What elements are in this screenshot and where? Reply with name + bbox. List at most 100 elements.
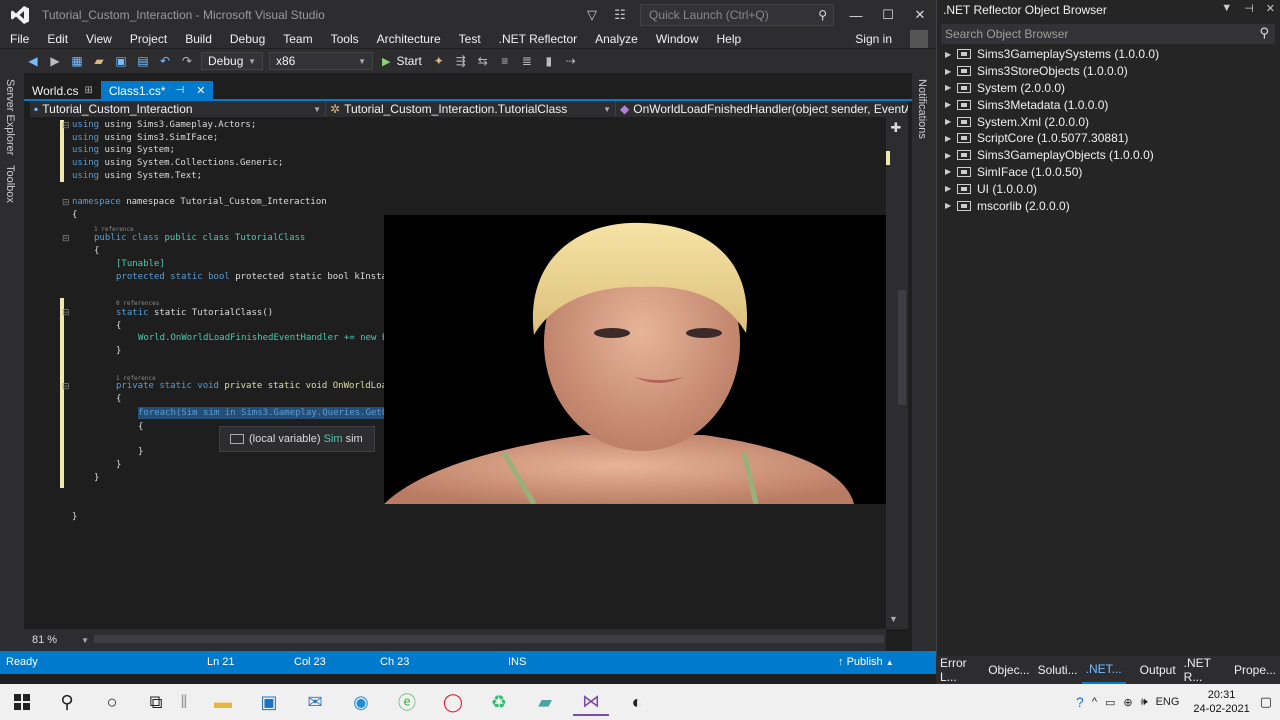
class-dropdown[interactable]: ✲ Tutorial_Custom_Interaction.TutorialCl… <box>326 101 616 117</box>
account-icon[interactable] <box>910 30 928 48</box>
uncomment-icon[interactable]: ≣ <box>516 51 538 71</box>
menu-project[interactable]: Project <box>120 32 175 46</box>
expand-icon[interactable]: ▶ <box>945 167 957 176</box>
menu-help[interactable]: Help <box>707 32 750 46</box>
opera-browser-icon[interactable]: ◯ <box>435 688 471 716</box>
app-icon-2[interactable]: ▰ <box>527 688 563 716</box>
assembly-item[interactable]: ▶ System.Xml (2.0.0.0) <box>945 113 1159 130</box>
save-all-icon[interactable]: ▤ <box>132 51 154 71</box>
close-button[interactable]: ✕ <box>904 0 936 30</box>
menu-test[interactable]: Test <box>449 32 489 46</box>
fold-toggle-icon[interactable]: ⊟ <box>62 197 70 208</box>
windows-start-icon[interactable] <box>4 688 40 716</box>
tab-net-reflector[interactable]: .NET... <box>1081 656 1126 684</box>
tab-world-cs[interactable]: World.cs ⊞ <box>24 81 101 100</box>
cortana-icon[interactable]: ○ <box>94 688 130 716</box>
bookmark-icon[interactable]: ▮ <box>538 51 560 71</box>
redo-icon[interactable]: ↷ <box>176 51 198 71</box>
split-editor-icon[interactable]: ✚ <box>889 121 903 135</box>
tab-properties[interactable]: Prope... <box>1230 656 1280 684</box>
app-icon-3[interactable]: ◐ <box>619 688 655 716</box>
menu-debug[interactable]: Debug <box>220 32 273 46</box>
zoom-dropdown-icon[interactable]: ▼ <box>81 636 89 645</box>
expand-icon[interactable]: ▶ <box>945 184 957 193</box>
toolbox-tab[interactable]: Toolbox <box>4 165 16 203</box>
pin-icon[interactable]: ⊣ <box>176 85 185 96</box>
pin-icon[interactable]: ⊣ <box>1244 2 1254 15</box>
member-dropdown[interactable]: ◆ OnWorldLoadFnishedHandler(object sende… <box>616 101 908 117</box>
assembly-item[interactable]: ▶ mscorlib (2.0.0.0) <box>945 197 1159 214</box>
new-project-icon[interactable]: ▦ <box>66 51 88 71</box>
expand-icon[interactable]: ▶ <box>945 117 957 126</box>
tab-error-list[interactable]: Error L... <box>936 656 984 684</box>
pin-icon[interactable]: ⊞ <box>84 85 92 96</box>
fold-toggle-icon[interactable]: ⊟ <box>62 307 70 318</box>
menu-net-reflector[interactable]: .NET Reflector <box>489 32 585 46</box>
network-icon[interactable]: ⊕ <box>1123 696 1132 709</box>
quick-launch-input[interactable]: Quick Launch (Ctrl+Q) ⚲ <box>640 4 834 26</box>
expand-icon[interactable]: ▶ <box>945 134 957 143</box>
configuration-select[interactable]: Debug ▼ <box>201 52 263 70</box>
edge-browser-icon[interactable]: ◉ <box>343 688 379 716</box>
assembly-item[interactable]: ▶ Sims3StoreObjects (1.0.0.0) <box>945 63 1159 80</box>
feedback-icon[interactable]: ☷ <box>606 3 634 27</box>
expand-icon[interactable]: ▶ <box>945 100 957 109</box>
help-icon[interactable]: ? <box>1076 694 1084 710</box>
search-icon[interactable]: ⚲ <box>1259 25 1269 41</box>
zoom-level[interactable]: 81 % <box>32 634 57 646</box>
object-browser-search[interactable]: Search Object Browser ⚲ <box>941 24 1275 44</box>
filter-icon[interactable]: ▽ <box>578 3 606 27</box>
server-explorer-tab[interactable]: Server Explorer <box>4 79 16 155</box>
tab-net-reflector-2[interactable]: .NET R... <box>1180 656 1230 684</box>
assembly-item[interactable]: ▶ System (2.0.0.0) <box>945 80 1159 97</box>
scrollbar-thumb[interactable] <box>898 290 906 405</box>
battery-icon[interactable]: ▭ <box>1105 696 1115 709</box>
assembly-item[interactable]: ▶ Sims3GameplayObjects (1.0.0.0) <box>945 147 1159 164</box>
menu-team[interactable]: Team <box>273 32 320 46</box>
fold-toggle-icon[interactable]: ⊟ <box>62 120 70 131</box>
close-icon[interactable]: ✕ <box>1266 2 1275 15</box>
assembly-item[interactable]: ▶ Sims3GameplaySystems (1.0.0.0) <box>945 46 1159 63</box>
menu-analyze[interactable]: Analyze <box>585 32 646 46</box>
assembly-item[interactable]: ▶ ScriptCore (1.0.5077.30881) <box>945 130 1159 147</box>
visual-studio-taskbar-icon[interactable]: ⋈ <box>573 688 609 716</box>
show-hidden-icons[interactable]: ^ <box>1092 696 1097 708</box>
notifications-tab[interactable]: Notifications <box>916 79 928 139</box>
editor-horizontal-scrollbar[interactable] <box>94 635 884 643</box>
back-icon[interactable]: ◀ <box>22 51 44 71</box>
project-dropdown[interactable]: ▪ Tutorial_Custom_Interaction ▼ <box>30 101 326 117</box>
fold-toggle-icon[interactable]: ⊟ <box>62 233 70 244</box>
sign-in-link[interactable]: Sign in <box>855 30 892 48</box>
clock[interactable]: 20:31 24-02-2021 <box>1193 688 1249 716</box>
menu-build[interactable]: Build <box>175 32 220 46</box>
file-explorer-icon[interactable]: ▬ <box>205 688 241 716</box>
search-icon[interactable]: ⚲ <box>49 688 85 716</box>
minimize-button[interactable]: — <box>840 0 872 30</box>
expand-icon[interactable]: ▶ <box>945 67 957 76</box>
close-tab-icon[interactable]: ✕ <box>196 84 205 97</box>
format-icon[interactable]: ⇆ <box>472 51 494 71</box>
open-folder-icon[interactable]: ▰ <box>88 51 110 71</box>
comment-icon[interactable]: ≡ <box>494 51 516 71</box>
menu-edit[interactable]: Edit <box>37 32 76 46</box>
expand-icon[interactable]: ▶ <box>945 151 957 160</box>
store-icon[interactable]: ▣ <box>251 688 287 716</box>
menu-tools[interactable]: Tools <box>321 32 367 46</box>
notifications-icon[interactable]: ▢ <box>1260 694 1272 710</box>
menu-view[interactable]: View <box>76 32 120 46</box>
tab-object-browser[interactable]: Objec... <box>984 656 1033 684</box>
expand-icon[interactable]: ▶ <box>945 83 957 92</box>
menu-window[interactable]: Window <box>646 32 707 46</box>
bookmark-next-icon[interactable]: ⇢ <box>560 51 582 71</box>
assembly-item[interactable]: ▶ UI (1.0.0.0) <box>945 180 1159 197</box>
tab-class1-cs[interactable]: Class1.cs* ⊣ ✕ <box>100 81 214 100</box>
publish-button[interactable]: ↑ Publish ▲ <box>838 656 894 668</box>
save-icon[interactable]: ▣ <box>110 51 132 71</box>
app-icon[interactable]: ♻ <box>481 688 517 716</box>
assembly-item[interactable]: ▶ Sims3Metadata (1.0.0.0) <box>945 96 1159 113</box>
mail-icon[interactable]: ✉ <box>297 688 333 716</box>
maximize-button[interactable]: ☐ <box>872 0 904 30</box>
tab-solution-explorer[interactable]: Soluti... <box>1034 656 1082 684</box>
step-icon[interactable]: ⇶ <box>450 51 472 71</box>
menu-file[interactable]: File <box>0 32 37 46</box>
